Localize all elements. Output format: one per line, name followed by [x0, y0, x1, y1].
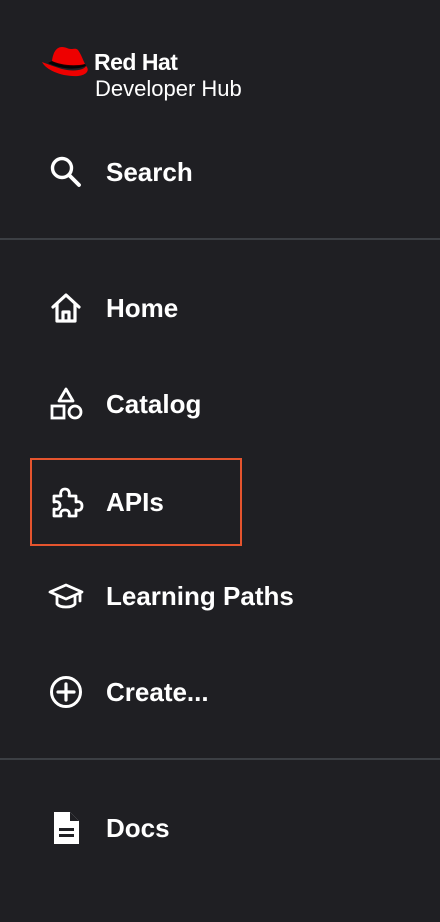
- divider: [0, 238, 440, 240]
- puzzle-icon: [48, 484, 84, 520]
- nav-item-create-label: Create...: [106, 677, 209, 707]
- sidebar: Red Hat Developer Hub Search Home Catalo…: [0, 0, 440, 922]
- shapes-icon: [48, 386, 84, 422]
- red-hat-developer-hub-logo[interactable]: Red Hat Developer Hub: [40, 42, 300, 102]
- nav-item-catalog[interactable]: Catalog: [30, 360, 400, 448]
- brand-name: Red Hat: [94, 49, 178, 75]
- plus-circle-icon: [48, 674, 84, 710]
- graduation-cap-icon: [48, 578, 84, 614]
- nav-item-docs[interactable]: Docs: [30, 784, 400, 872]
- nav-item-learning-paths[interactable]: Learning Paths: [30, 552, 400, 640]
- red-hat-logo-icon: [42, 47, 88, 77]
- nav-item-apis-label: APIs: [106, 487, 164, 517]
- nav-item-learning-paths-label: Learning Paths: [106, 581, 294, 611]
- nav-item-create[interactable]: Create...: [30, 648, 400, 736]
- nav-item-home[interactable]: Home: [30, 264, 400, 352]
- home-icon: [48, 290, 84, 326]
- divider: [0, 758, 440, 760]
- nav-item-home-label: Home: [106, 293, 179, 323]
- nav-item-docs-label: Docs: [106, 813, 170, 843]
- nav-item-apis[interactable]: APIs: [30, 458, 242, 546]
- nav-item-catalog-label: Catalog: [106, 389, 202, 419]
- nav-item-search[interactable]: Search: [30, 128, 400, 216]
- document-icon: [48, 810, 84, 846]
- nav-item-search-label: Search: [106, 157, 193, 187]
- search-icon: [48, 154, 84, 190]
- brand-product: Developer Hub: [95, 76, 242, 101]
